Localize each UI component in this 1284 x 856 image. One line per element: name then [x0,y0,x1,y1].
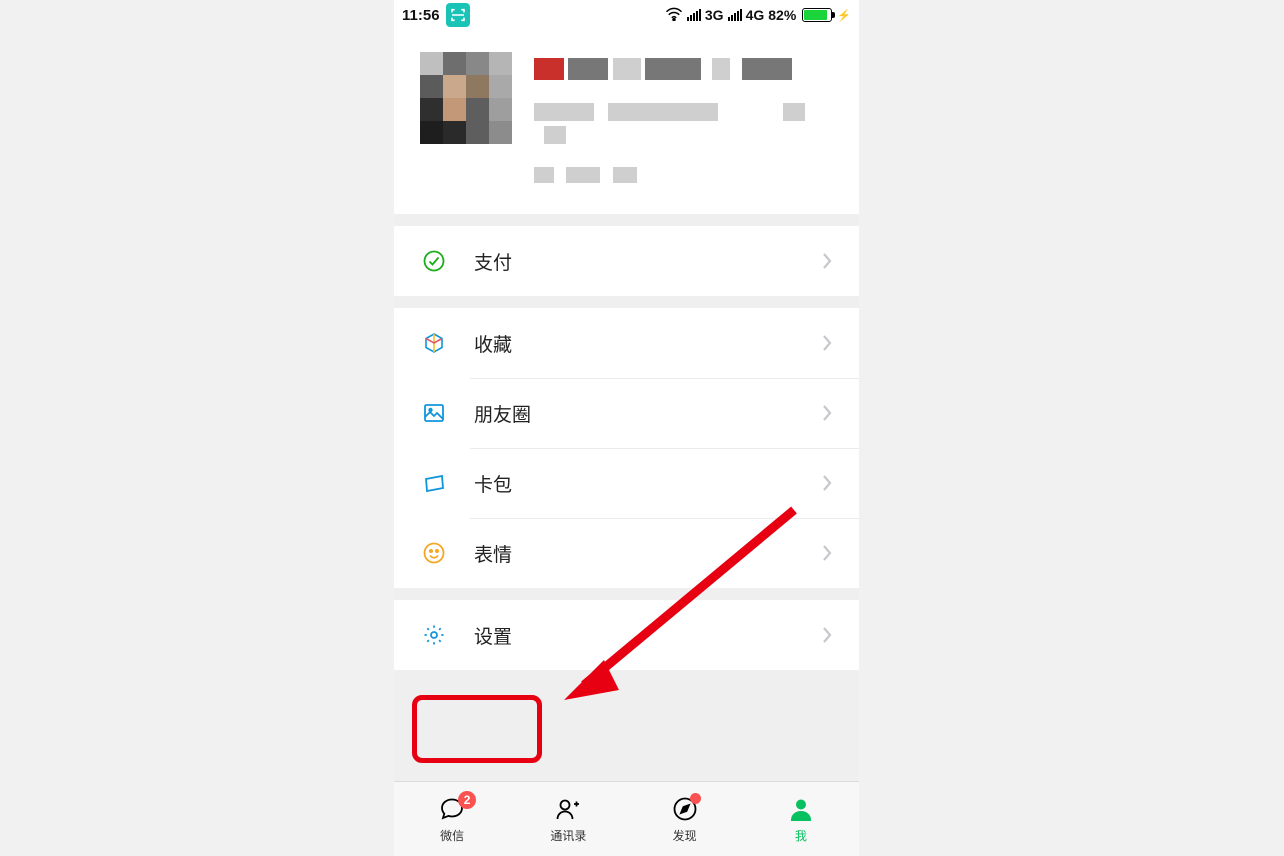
menu-item-cards[interactable]: 卡包 [394,448,859,518]
profile-extra-redacted [534,167,833,188]
menu-label: 表情 [474,540,512,567]
contacts-icon [554,795,582,823]
menu-group-main: 收藏 朋友圈 [394,308,859,588]
profile-name-redacted [534,58,833,85]
status-bar: 11:56 3G 4G 82% ⚡ [394,0,859,30]
menu-label: 朋友圈 [474,400,531,427]
discover-badge-dot [690,793,701,804]
chevron-right-icon [821,251,833,271]
profile-info [534,52,833,188]
discover-icon [671,795,699,823]
menu-item-favorites[interactable]: 收藏 [394,308,859,378]
tab-label: 发现 [673,827,697,844]
menu-item-pay[interactable]: 支付 [394,226,859,296]
charging-icon: ⚡ [837,9,851,22]
chats-badge: 2 [458,791,476,809]
page: 11:56 3G 4G 82% ⚡ [0,0,1284,856]
chevron-right-icon [821,333,833,353]
chevron-right-icon [821,543,833,563]
menu-item-stickers[interactable]: 表情 [394,518,859,588]
scan-icon [446,3,470,27]
cards-icon [420,469,448,497]
profile-header[interactable] [394,30,859,214]
chats-icon: 2 [438,795,466,823]
tab-bar: 2 微信 通讯录 发现 [394,781,859,856]
annotation-highlight [412,695,542,763]
menu-label: 卡包 [474,470,512,497]
moments-icon [420,399,448,427]
settings-icon [420,621,448,649]
menu-group-pay: 支付 [394,226,859,296]
pay-icon [420,247,448,275]
tab-label: 通讯录 [550,827,586,844]
menu-label: 支付 [474,248,512,275]
tab-label: 我 [795,827,807,844]
me-icon [787,795,815,823]
tab-discover[interactable]: 发现 [627,782,743,856]
menu-label: 收藏 [474,330,512,357]
status-battery-pct: 82% [768,7,796,23]
profile-id-redacted [534,103,833,149]
avatar [420,52,512,144]
chevron-right-icon [821,625,833,645]
status-3g: 3G [705,7,724,23]
menu-item-moments[interactable]: 朋友圈 [394,378,859,448]
status-time: 11:56 [402,7,440,24]
tab-contacts[interactable]: 通讯录 [510,782,626,856]
phone-frame: 11:56 3G 4G 82% ⚡ [394,0,859,856]
favorites-icon [420,329,448,357]
chevron-right-icon [821,473,833,493]
status-4g: 4G [746,7,765,23]
menu-item-settings[interactable]: 设置 [394,600,859,670]
tab-label: 微信 [440,827,464,844]
menu-group-settings: 设置 [394,600,859,670]
stickers-icon [420,539,448,567]
signal-4g-icon [728,9,742,21]
chevron-right-icon [821,403,833,423]
tab-me[interactable]: 我 [743,782,859,856]
wifi-icon [665,7,683,24]
menu-label: 设置 [474,622,512,649]
battery-icon [802,8,832,22]
tab-chats[interactable]: 2 微信 [394,782,510,856]
signal-3g-icon [687,9,701,21]
